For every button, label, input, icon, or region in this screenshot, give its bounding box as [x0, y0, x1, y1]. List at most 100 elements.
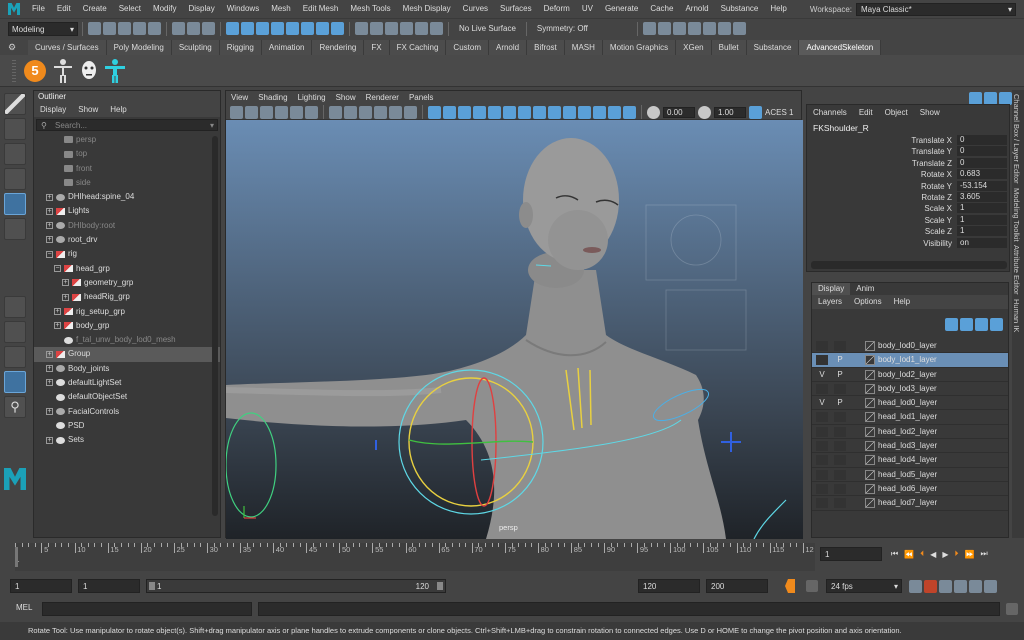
expand-toggle-icon[interactable]: + — [46, 236, 53, 244]
outliner-row[interactable]: + geometry_grp — [34, 276, 220, 290]
attribute-row[interactable]: Scale Z 1 — [807, 226, 1009, 237]
shelf-tab-rendering[interactable]: Rendering — [312, 40, 365, 55]
play-backwards-icon[interactable]: ◀ — [930, 550, 936, 559]
menu-item-generate[interactable]: Generate — [599, 0, 644, 18]
menu-item-edit-mesh[interactable]: Edit Mesh — [297, 0, 345, 18]
menu-item-uv[interactable]: UV — [576, 0, 599, 18]
channelbox-hscroll[interactable] — [811, 261, 1007, 269]
new-layer-selected-icon[interactable] — [990, 317, 1003, 331]
attribute-value[interactable]: 3.605 — [957, 191, 1007, 202]
playback-toggle[interactable] — [834, 483, 846, 494]
history-icon[interactable] — [642, 22, 656, 35]
visibility-toggle[interactable] — [816, 455, 828, 466]
menu-item-modify[interactable]: Modify — [147, 0, 183, 18]
side-tab-attribute-editor[interactable]: Attribute Editor — [1012, 245, 1021, 295]
auto-key-icon[interactable] — [954, 580, 967, 593]
lasso-tool-icon[interactable] — [4, 118, 26, 140]
go-to-end-icon[interactable]: ⏭ — [980, 549, 987, 559]
expand-toggle-icon[interactable]: + — [62, 279, 69, 287]
visibility-toggle[interactable] — [816, 441, 828, 452]
attribute-row[interactable]: Translate X 0 — [807, 135, 1009, 146]
outliner-row[interactable]: + DHIhead:spine_04 — [34, 190, 220, 204]
use-lights-icon[interactable] — [488, 105, 501, 119]
shelf-tab-advancedskeleton[interactable]: AdvancedSkeleton — [799, 40, 882, 55]
expand-toggle-icon[interactable]: + — [46, 350, 53, 358]
viewport-menu-show[interactable]: Show — [331, 91, 361, 105]
expand-toggle-icon[interactable]: + — [46, 193, 53, 201]
menu-item-file[interactable]: File — [26, 0, 51, 18]
layer-color-swatch-icon[interactable] — [865, 412, 875, 423]
shelf-settings-icon[interactable]: ⚙ — [8, 42, 20, 53]
playback-toggle[interactable] — [834, 441, 846, 452]
side-tab-human-ik[interactable]: Human IK — [1012, 299, 1021, 332]
shadows-icon[interactable] — [503, 105, 516, 119]
layer-menu-layers[interactable]: Layers — [812, 295, 848, 309]
layer-color-swatch-icon[interactable] — [865, 498, 875, 509]
outliner-layout-icon[interactable] — [4, 371, 26, 393]
outliner-menu-show[interactable]: Show — [72, 103, 104, 117]
playback-toggle[interactable] — [834, 383, 846, 394]
outliner-row[interactable]: − rig — [34, 247, 220, 261]
single-perspective-layout-icon[interactable] — [4, 296, 26, 318]
render-settings-icon[interactable] — [687, 22, 701, 35]
shelf-tab-bullet[interactable]: Bullet — [711, 40, 747, 55]
attribute-row[interactable]: Translate Z 0 — [807, 157, 1009, 169]
viewport-menu-panels[interactable]: Panels — [404, 91, 438, 105]
layer-row[interactable]: V Phead_lod0_layer — [812, 396, 1008, 411]
attribute-value[interactable]: 1 — [957, 203, 1007, 214]
select-misc-icon[interactable] — [316, 22, 329, 35]
select-dynamics-icon[interactable] — [286, 22, 299, 35]
viewport-menu-shading[interactable]: Shading — [253, 91, 292, 105]
playback-toggle[interactable] — [834, 469, 846, 480]
grid-icon[interactable] — [329, 105, 342, 119]
script-editor-icon[interactable] — [1006, 603, 1018, 615]
outliner-row[interactable]: − head_grp — [34, 262, 220, 276]
expand-toggle-icon[interactable]: + — [54, 307, 61, 315]
safe-action-icon[interactable] — [404, 105, 417, 119]
expand-toggle-icon[interactable]: − — [46, 250, 53, 258]
viewport-menu-view[interactable]: View — [226, 91, 253, 105]
four-view-layout-icon[interactable] — [4, 321, 26, 343]
step-back-frame-icon[interactable]: ⏪ — [904, 550, 914, 559]
outliner-row[interactable]: + rig_setup_grp — [34, 305, 220, 319]
outliner-row[interactable]: + Sets — [34, 433, 220, 447]
viewport-scene[interactable]: persp — [226, 120, 803, 539]
outliner-row[interactable]: + body_grp — [34, 319, 220, 333]
move-layer-up-icon[interactable] — [945, 317, 958, 331]
attribute-row[interactable]: Rotate Y -53.154 — [807, 180, 1009, 192]
2d-pan-zoom-icon[interactable] — [290, 105, 303, 119]
snap-curve-icon[interactable] — [370, 22, 383, 35]
xray-icon[interactable] — [593, 105, 606, 119]
shelf-tab-substance[interactable]: Substance — [746, 40, 800, 55]
menu-item-help[interactable]: Help — [764, 0, 792, 18]
layer-row[interactable]: head_lod7_layer — [812, 496, 1008, 511]
redo-icon[interactable] — [148, 22, 161, 35]
outliner-row[interactable]: top — [34, 147, 220, 161]
menu-item-cache[interactable]: Cache — [644, 0, 679, 18]
playback-toggle[interactable] — [834, 498, 846, 509]
visibility-toggle[interactable] — [816, 412, 828, 423]
move-tool-icon[interactable] — [4, 168, 26, 190]
layer-row[interactable]: body_lod0_layer — [812, 339, 1008, 354]
shelf-tab-sculpting[interactable]: Sculpting — [171, 40, 220, 55]
arnold-render-icon[interactable] — [732, 22, 746, 35]
select-tool-icon[interactable] — [4, 93, 26, 115]
ambient-occlusion-icon[interactable] — [518, 105, 531, 119]
shelf-tab-fx-caching[interactable]: FX Caching — [389, 40, 447, 55]
outliner-scrollbar[interactable] — [212, 136, 218, 516]
animation-start-field[interactable]: 1 — [10, 579, 72, 593]
step-forward-frame-icon[interactable]: ⏩ — [964, 550, 974, 559]
wireframe-icon[interactable] — [428, 105, 441, 119]
snap-point-icon[interactable] — [385, 22, 398, 35]
advanced-skeleton-badge-icon[interactable]: 5 — [24, 59, 46, 82]
field-chart-icon[interactable] — [389, 105, 402, 119]
symmetry-label[interactable]: Symmetry: Off — [537, 24, 627, 33]
layer-row[interactable]: head_lod1_layer — [812, 410, 1008, 425]
select-surface-icon[interactable] — [256, 22, 269, 35]
fps-dropdown[interactable]: 24 fps ▾ — [826, 579, 902, 593]
attribute-row[interactable]: Scale X 1 — [807, 203, 1009, 214]
menu-item-substance[interactable]: Substance — [715, 0, 765, 18]
gamma-field[interactable]: 1.00 — [714, 106, 746, 118]
menu-item-surfaces[interactable]: Surfaces — [494, 0, 538, 18]
expand-toggle-icon[interactable]: + — [46, 222, 53, 230]
